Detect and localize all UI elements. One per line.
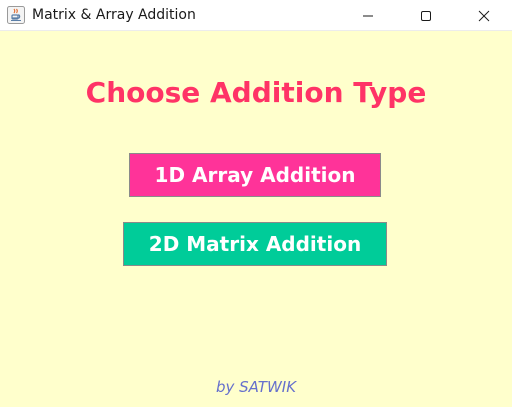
maximize-button[interactable] [403, 0, 449, 31]
minimize-button[interactable] [345, 0, 391, 31]
window-title: Matrix & Array Addition [32, 7, 196, 23]
java-icon [7, 6, 25, 24]
title-bar: Matrix & Array Addition [0, 0, 512, 31]
array-1d-addition-label: 1D Array Addition [154, 163, 356, 187]
close-button[interactable] [461, 0, 507, 31]
close-icon [478, 10, 490, 21]
matrix-2d-addition-label: 2D Matrix Addition [148, 232, 362, 256]
app-window: Matrix & Array Addition Choose Addition … [0, 0, 512, 407]
matrix-2d-addition-button[interactable]: 2D Matrix Addition [123, 222, 387, 266]
minimize-icon [363, 15, 373, 16]
page-title: Choose Addition Type [85, 76, 427, 109]
author-credit: by SATWIK [215, 378, 297, 396]
maximize-icon [421, 10, 431, 21]
array-1d-addition-button[interactable]: 1D Array Addition [129, 153, 381, 197]
